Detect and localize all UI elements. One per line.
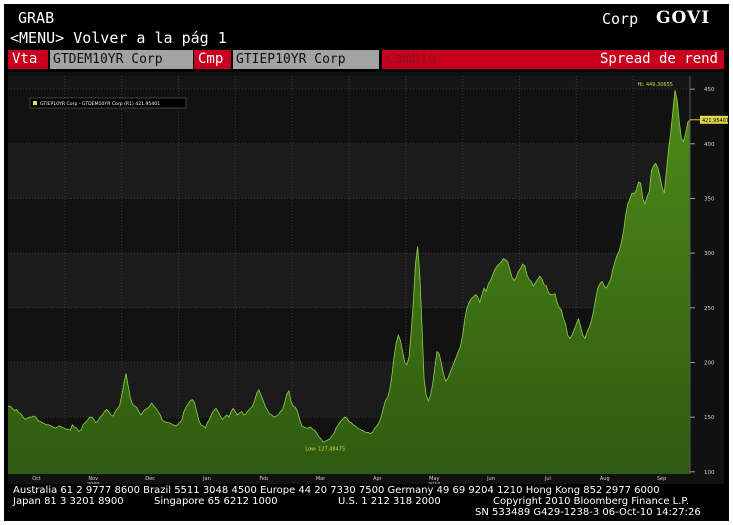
x-tick-label: Dec	[145, 476, 155, 482]
cmp-label: Cmp	[194, 50, 231, 69]
x-tick-label: Oct	[32, 476, 41, 482]
x-tick-label: Jan	[202, 476, 211, 482]
x-year-label: 2009	[87, 482, 100, 484]
function-code: GOVI	[656, 8, 711, 28]
footer-session-info: SN 533489 G429-1238-3 06-Oct-10 14:27:26	[475, 507, 701, 518]
app-name: GRAB	[18, 9, 55, 27]
footer-singapore: Singapore 65 6212 1000	[154, 496, 278, 507]
y-tick-label: 200	[704, 360, 715, 366]
y-tick-label: 150	[704, 415, 715, 421]
vta-field[interactable]: Vta GTDEM10YR Corp	[8, 50, 193, 69]
vta-label: Vta	[8, 50, 48, 69]
x-year-label: 2010	[428, 482, 441, 484]
spread-chart: 100150200250300350400450 Oct Nov Dec Jan Feb…	[8, 72, 729, 484]
high-label: Hi: 449.30655	[638, 82, 673, 88]
y-tick-label: 350	[704, 196, 715, 202]
bloomberg-screen: GRAB <MENU> Volver a la pág 1 Corp GOVI …	[4, 4, 729, 521]
cmp-field[interactable]: Cmp GTIEP10YR Corp	[194, 50, 380, 69]
legend-text: GTIEP10YR Corp - GTDEM10YR Corp (R1) 421…	[40, 101, 160, 107]
x-tick-label: Feb	[259, 476, 268, 482]
x-tick-label: Aug	[600, 476, 610, 482]
last-value-tag: 421.95401	[702, 118, 729, 124]
y-tick-label: 400	[704, 142, 715, 148]
vta-security-input[interactable]: GTDEM10YR Corp	[50, 50, 193, 69]
footer-contacts-line: Australia 61 2 9777 8600 Brazil 5511 304…	[13, 485, 660, 496]
cmp-security-input[interactable]: GTIEP10YR Corp	[233, 50, 379, 69]
footer-copyright: Copyright 2010 Bloomberg Finance L.P.	[493, 496, 690, 507]
cambio-field[interactable]: Cambio Spread de rend	[382, 50, 724, 69]
x-tick-label: Apr	[373, 476, 383, 482]
y-tick-label: 250	[704, 306, 715, 312]
spread-de-rend-dropdown[interactable]: Spread de rend	[542, 50, 724, 69]
y-tick-label: 450	[704, 87, 715, 93]
legend-swatch	[33, 101, 37, 105]
low-label: Low: 127.48475	[305, 446, 345, 452]
x-tick-label: Jun	[486, 476, 495, 482]
y-tick-label: 300	[704, 251, 715, 257]
market-sector: Corp	[602, 10, 639, 28]
footer-us: U.S. 1 212 318 2000	[338, 496, 441, 507]
menu-back-link[interactable]: <MENU> Volver a la pág 1	[10, 31, 227, 46]
footer-japan: Japan 81 3 3201 8900	[13, 496, 124, 507]
x-tick-label: Jul	[544, 476, 551, 482]
x-tick-label: Mar	[316, 476, 326, 482]
x-tick-label: Sep	[657, 476, 666, 482]
y-tick-label: 100	[704, 470, 715, 476]
